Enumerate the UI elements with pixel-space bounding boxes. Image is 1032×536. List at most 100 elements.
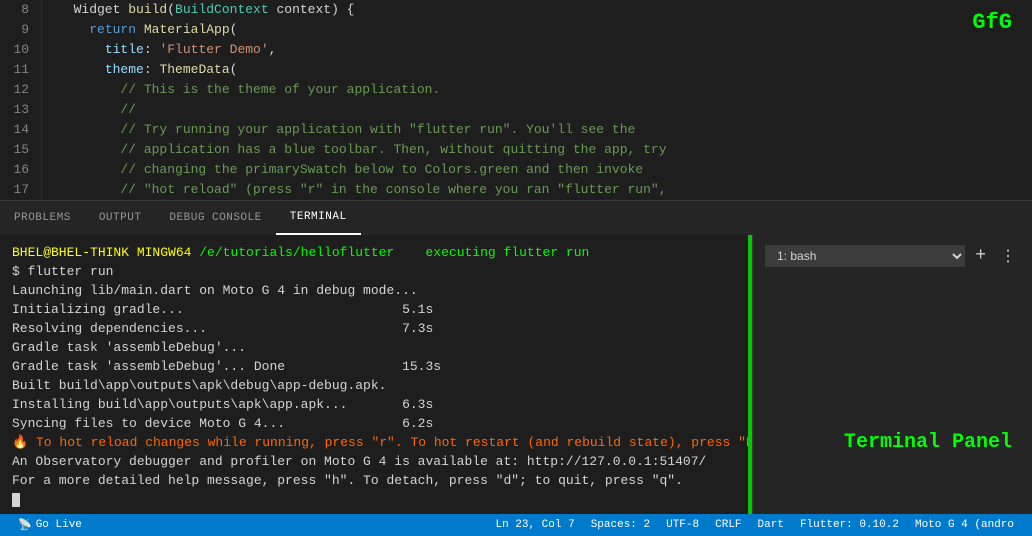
line-ending-value: CRLF	[715, 519, 741, 531]
terminal-warning: 🔥 To hot reload changes while running, p…	[12, 435, 748, 450]
status-line-ending[interactable]: CRLF	[707, 514, 749, 536]
status-ln-col[interactable]: Ln 23, Col 7	[487, 514, 582, 536]
terminal-content[interactable]: BHEL@BHEL-THINK MINGW64 /e/tutorials/hel…	[0, 235, 748, 514]
terminal-line: Resolving dependencies... 7.3s	[12, 319, 736, 338]
flutter-version-value: Flutter: 0.10.2	[800, 519, 899, 531]
status-flutter-version[interactable]: Flutter: 0.10.2	[792, 514, 907, 536]
code-line: Widget build(BuildContext context) {	[58, 0, 1032, 20]
language-value: Dart	[758, 519, 784, 531]
bash-select[interactable]: 1: bash	[765, 245, 965, 267]
add-terminal-button[interactable]: +	[971, 246, 990, 266]
code-token: MaterialApp	[144, 22, 230, 37]
terminal-line: Syncing files to device Moto G 4... 6.2s	[12, 414, 736, 433]
code-token: title	[105, 42, 144, 57]
terminal-text: Launching lib/main.dart on Moto G 4 in d…	[12, 283, 418, 298]
gfg-watermark: GfG	[972, 10, 1012, 35]
code-line: // changing the primarySwatch below to C…	[58, 160, 1032, 180]
status-spaces[interactable]: Spaces: 2	[583, 514, 658, 536]
code-line: // application has a blue toolbar. Then,…	[58, 140, 1032, 160]
editor-area: 891011121314151617 Widget build(BuildCon…	[0, 0, 1032, 200]
code-token: // changing the primarySwatch below to C…	[58, 162, 643, 177]
terminal-text: Syncing files to device Moto G 4...	[12, 416, 285, 431]
code-token: :	[144, 42, 160, 57]
code-token: :	[144, 62, 160, 77]
line-numbers: 891011121314151617	[0, 0, 42, 200]
code-line: theme: ThemeData(	[58, 60, 1032, 80]
status-encoding[interactable]: UTF-8	[658, 514, 707, 536]
line-number: 14	[8, 120, 29, 140]
tab-problems[interactable]: PROBLEMS	[0, 201, 85, 235]
terminal-line: Gradle task 'assembleDebug'...	[12, 338, 736, 357]
terminal-text: Built build\app\outputs\apk\debug\app-de…	[12, 378, 386, 393]
line-number: 13	[8, 100, 29, 120]
code-token: theme	[105, 62, 144, 77]
ln-col-value: Ln 23, Col 7	[495, 519, 574, 531]
terminal-text: Resolving dependencies...	[12, 321, 207, 336]
line-number: 11	[8, 60, 29, 80]
line-number: 9	[8, 20, 29, 40]
code-token: context) {	[269, 2, 355, 17]
terminal-cursor	[12, 493, 20, 507]
code-token: // application has a blue toolbar. Then,…	[58, 142, 667, 157]
status-device[interactable]: Moto G 4 (andro	[907, 514, 1022, 536]
code-token	[136, 22, 144, 37]
spaces-value: Spaces: 2	[591, 519, 650, 531]
code-token: //	[58, 102, 136, 117]
terminal-text: Gradle task 'assembleDebug'...	[12, 340, 246, 355]
panel-right: 1: bash + ⋮ Terminal Panel	[752, 235, 1032, 514]
code-token	[58, 62, 105, 77]
radio-tower-icon: 📡	[18, 518, 32, 532]
code-token: // "hot reload" (press "r" in the consol…	[58, 182, 667, 197]
terminal-timing: 15.3s	[402, 359, 441, 374]
status-bar: 📡 Go Live Ln 23, Col 7 Spaces: 2 UTF-8 C…	[0, 514, 1032, 536]
tab-terminal[interactable]: TERMINAL	[276, 201, 361, 235]
terminal-line: BHEL@BHEL-THINK MINGW64 /e/tutorials/hel…	[12, 243, 736, 262]
code-token: // Try running your application with "fl…	[58, 122, 635, 137]
terminal-line: For a more detailed help message, press …	[12, 471, 736, 490]
code-token: (	[230, 62, 238, 77]
code-line: title: 'Flutter Demo',	[58, 40, 1032, 60]
tab-output[interactable]: OUTPUT	[85, 201, 156, 235]
terminal-text: Gradle task 'assembleDebug'... Done	[12, 359, 285, 374]
code-line: //	[58, 100, 1032, 120]
line-number: 12	[8, 80, 29, 100]
panel-tabs: PROBLEMS OUTPUT DEBUG CONSOLE TERMINAL	[0, 200, 1032, 235]
code-line: // This is the theme of your application…	[58, 80, 1032, 100]
terminal-text: An Observatory debugger and profiler on …	[12, 454, 706, 469]
tab-debug-console[interactable]: DEBUG CONSOLE	[155, 201, 275, 235]
line-number: 17	[8, 180, 29, 200]
go-live-label: Go Live	[36, 519, 82, 531]
code-token: (	[230, 22, 238, 37]
terminal-line: Initializing gradle... 5.1s	[12, 300, 736, 319]
code-token: Widget	[58, 2, 128, 17]
terminal-line: Built build\app\outputs\apk\debug\app-de…	[12, 376, 736, 395]
terminal-prompt-part: /e/tutorials/helloflutter	[191, 245, 394, 260]
line-number: 10	[8, 40, 29, 60]
terminal-timing: 6.2s	[402, 416, 433, 431]
terminal-timing: 7.3s	[402, 321, 433, 336]
code-token: BuildContext	[175, 2, 269, 17]
terminal-line: An Observatory debugger and profiler on …	[12, 452, 736, 471]
terminal-prompt-part: executing flutter run	[426, 245, 590, 260]
terminal-line: $ flutter run	[12, 262, 736, 281]
go-live-button[interactable]: 📡 Go Live	[10, 514, 90, 536]
more-options-button[interactable]: ⋮	[996, 246, 1020, 266]
terminal-prompt-part: BHEL@BHEL-THINK MINGW64	[12, 245, 191, 260]
terminal-line: 🔥 To hot reload changes while running, p…	[12, 433, 736, 452]
line-number: 8	[8, 0, 29, 20]
terminal-line: Launching lib/main.dart on Moto G 4 in d…	[12, 281, 736, 300]
terminal-line: Gradle task 'assembleDebug'... Done 15.3…	[12, 357, 736, 376]
device-value: Moto G 4 (andro	[915, 519, 1014, 531]
line-number: 16	[8, 160, 29, 180]
line-number: 15	[8, 140, 29, 160]
terminal-text: For a more detailed help message, press …	[12, 473, 683, 488]
status-language[interactable]: Dart	[750, 514, 792, 536]
code-token: 'Flutter Demo'	[159, 42, 268, 57]
encoding-value: UTF-8	[666, 519, 699, 531]
terminal-text: Installing build\app\outputs\apk\app.apk…	[12, 397, 347, 412]
terminal-prompt-part	[394, 245, 425, 260]
code-token	[58, 42, 105, 57]
code-line: // Try running your application with "fl…	[58, 120, 1032, 140]
terminal-wrapper: BHEL@BHEL-THINK MINGW64 /e/tutorials/hel…	[0, 235, 1032, 514]
terminal-timing: 5.1s	[402, 302, 433, 317]
